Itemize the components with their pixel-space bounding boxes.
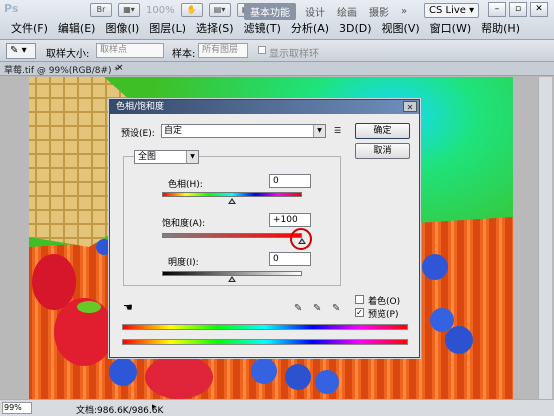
app-toolbar: Br ▦▾ 100% ✋ ▤▾ ▣▾ (90, 3, 259, 17)
preset-options-icon[interactable]: ☰ (334, 126, 341, 135)
output-color-spectrum (122, 339, 408, 345)
colorize-checkbox[interactable] (355, 295, 364, 304)
hand-tool-button[interactable]: ✋ (180, 3, 203, 17)
menu-window[interactable]: 窗口(W) (425, 22, 476, 36)
channel-select[interactable]: 全图 ▼ (134, 150, 199, 164)
options-bar: ✎ ▾ 取样大小: 取样点 样本: 所有图层 显示取样环 (0, 40, 554, 62)
menu-view[interactable]: 视图(V) (377, 22, 425, 36)
vertical-scrollbar[interactable] (538, 77, 552, 399)
menu-bar: Ps Br ▦▾ 100% ✋ ▤▾ ▣▾ 基本功能 设计 绘画 摄影 » CS… (0, 0, 554, 40)
ok-button[interactable]: 确定 (355, 123, 410, 139)
lightness-slider-thumb[interactable] (228, 276, 236, 282)
colorize-label: 着色(O) (368, 297, 401, 307)
hue-saturation-dialog: 色相/饱和度 ✕ 预设(E): 自定 ▼ ☰ 确定 取消 全图 ▼ 色相(H):… (109, 99, 420, 358)
hue-slider-thumb[interactable] (228, 198, 236, 204)
dialog-close-icon[interactable]: ✕ (403, 101, 417, 112)
sample-size-label: 取样大小: (46, 49, 90, 60)
status-menu-arrow-icon[interactable]: ▸ (152, 402, 157, 412)
eyedropper-icon: ✎ (10, 45, 19, 56)
sample-label: 样本: (172, 49, 196, 60)
saturation-slider-track[interactable] (162, 233, 302, 238)
show-sampling-ring-label: 显示取样环 (269, 49, 319, 60)
preset-label: 预设(E): (121, 129, 155, 139)
sample-size-select[interactable]: 取样点 (96, 43, 164, 58)
lightness-label: 明度(I): (168, 258, 199, 268)
document-size: 文档:986.6K/986.6K (76, 406, 164, 416)
menu-analysis[interactable]: 分析(A) (286, 22, 334, 36)
window-controls: – ▫ ✕ (488, 2, 548, 17)
channel-value: 全图 (138, 152, 157, 162)
photoshop-logo: Ps (4, 2, 19, 15)
saturation-label: 饱和度(A): (162, 219, 206, 229)
main-menu: 文件(F) 编辑(E) 图像(I) 图层(L) 选择(S) 滤镜(T) 分析(A… (6, 22, 525, 36)
add-to-sample-eyedropper-icon[interactable]: ✎ (313, 303, 323, 315)
dialog-title[interactable]: 色相/饱和度 ✕ (110, 100, 419, 114)
hue-input[interactable]: 0 (269, 174, 311, 188)
menu-select[interactable]: 选择(S) (191, 22, 239, 36)
preview-label: 预览(P) (368, 310, 399, 320)
minimize-icon[interactable]: – (488, 2, 506, 17)
document-tab[interactable]: 草莓.tif @ 99%(RGB/8#) * (4, 63, 119, 76)
sample-value: 所有图层 (202, 45, 239, 55)
hue-slider-track[interactable] (162, 192, 302, 197)
chevron-down-icon: ▼ (313, 125, 325, 137)
preset-value: 自定 (164, 126, 183, 136)
menu-image[interactable]: 图像(I) (100, 22, 144, 36)
status-zoom-field[interactable]: 99% (2, 402, 32, 414)
workspace-more[interactable]: » (398, 5, 410, 18)
workspace-switcher: 基本功能 设计 绘画 摄影 » (244, 3, 410, 20)
menu-help[interactable]: 帮助(H) (476, 22, 525, 36)
saturation-input[interactable]: +100 (269, 213, 311, 227)
close-icon[interactable]: ✕ (530, 2, 548, 17)
menu-filter[interactable]: 滤镜(T) (239, 22, 286, 36)
workspace-design[interactable]: 设计 (302, 3, 328, 20)
menu-edit[interactable]: 编辑(E) (53, 22, 101, 36)
targeted-adjustment-hand-icon[interactable]: ☚ (123, 301, 133, 314)
cs-live-button[interactable]: CS Live ▾ (424, 3, 480, 18)
dialog-title-text: 色相/饱和度 (116, 102, 165, 112)
show-sampling-ring-checkbox[interactable] (258, 46, 266, 54)
status-bar: 99% 文档:986.6K/986.6K ▸ (0, 399, 554, 416)
preset-select[interactable]: 自定 ▼ (161, 124, 326, 138)
workspace-essentials[interactable]: 基本功能 (244, 3, 296, 20)
tool-preset-picker[interactable]: ✎ ▾ (6, 43, 36, 59)
hue-label: 色相(H): (168, 180, 203, 190)
document-tab-bar: 草莓.tif @ 99%(RGB/8#) * × (0, 62, 554, 76)
lightness-input[interactable]: 0 (269, 252, 311, 266)
view-extras-button[interactable]: ▦▾ (118, 3, 140, 17)
sample-select[interactable]: 所有图层 (198, 43, 248, 58)
workspace-painting[interactable]: 绘画 (334, 3, 360, 20)
subtract-from-sample-eyedropper-icon[interactable]: ✎ (332, 303, 342, 315)
cancel-button[interactable]: 取消 (355, 143, 410, 159)
chevron-down-icon: ▼ (186, 151, 198, 163)
cs-live-label: CS Live (429, 5, 466, 16)
menu-file[interactable]: 文件(F) (6, 22, 53, 36)
workspace-photography[interactable]: 摄影 (366, 3, 392, 20)
zoom-level[interactable]: 100% (146, 5, 175, 16)
eyedropper-icon[interactable]: ✎ (294, 303, 304, 315)
close-tab-icon[interactable]: × (116, 63, 124, 73)
sample-size-value: 取样点 (100, 45, 128, 55)
menu-layer[interactable]: 图层(L) (144, 22, 191, 36)
highlight-circle (290, 228, 312, 250)
arrange-documents-button[interactable]: ▤▾ (208, 3, 231, 17)
bridge-button[interactable]: Br (90, 3, 112, 17)
restore-icon[interactable]: ▫ (509, 2, 527, 17)
input-color-spectrum (122, 324, 408, 330)
preview-checkbox[interactable]: ✓ (355, 308, 364, 317)
menu-3d[interactable]: 3D(D) (334, 22, 377, 36)
